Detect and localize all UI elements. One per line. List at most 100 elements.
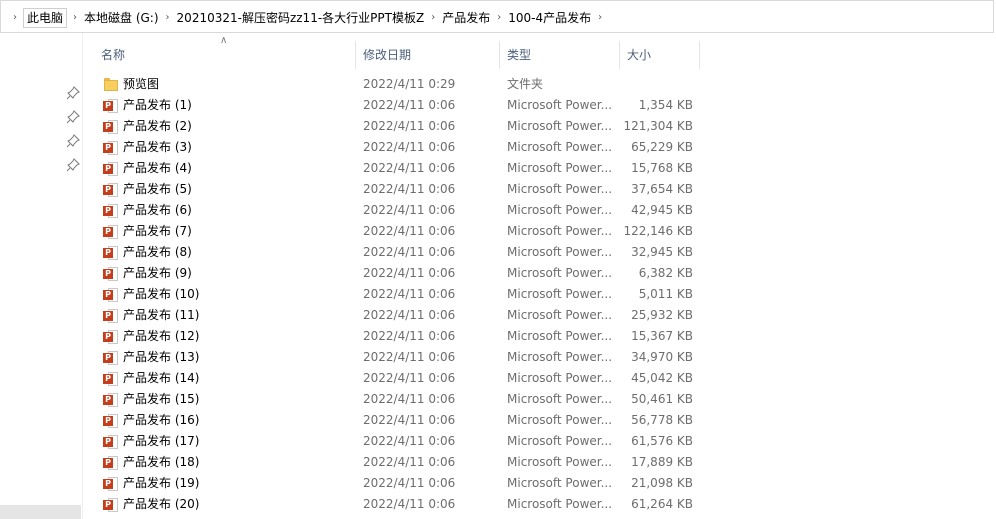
file-date: 2022/4/11 0:06 <box>363 392 456 406</box>
file-type: 文件夹 <box>507 77 544 91</box>
file-type: Microsoft Power... <box>507 455 613 469</box>
file-date: 2022/4/11 0:06 <box>363 224 456 238</box>
breadcrumb-item-subfolder[interactable]: 产品发布 <box>441 8 491 28</box>
table-row[interactable]: P 产品发布 (4) 2022/4/11 0:06 Microsoft Power..… <box>83 158 996 179</box>
file-type: Microsoft Power... <box>507 392 613 406</box>
chevron-right-icon[interactable]: › <box>7 1 23 34</box>
table-row[interactable]: P 产品发布 (18) 2022/4/11 0:06 Microsoft Power.… <box>83 452 996 473</box>
breadcrumb-item-drive[interactable]: 本地磁盘 (G:) <box>83 8 160 28</box>
table-row[interactable]: P 产品发布 (17) 2022/4/11 0:06 Microsoft Power.… <box>83 431 996 452</box>
chevron-right-icon[interactable]: › <box>491 1 507 34</box>
pin-icon[interactable] <box>66 158 80 172</box>
file-name: 产品发布 (12) <box>123 329 200 343</box>
table-row[interactable]: P 产品发布 (6) 2022/4/11 0:06 Microsoft Power..… <box>83 200 996 221</box>
powerpoint-file-icon: P <box>103 98 119 114</box>
file-size: 50,461 KB <box>631 392 693 406</box>
table-row[interactable]: P 产品发布 (13) 2022/4/11 0:06 Microsoft Power.… <box>83 347 996 368</box>
table-row[interactable]: P 产品发布 (7) 2022/4/11 0:06 Microsoft Power..… <box>83 221 996 242</box>
file-name: 产品发布 (13) <box>123 350 200 364</box>
file-size: 1,354 KB <box>638 98 693 112</box>
table-row[interactable]: P 产品发布 (16) 2022/4/11 0:06 Microsoft Power.… <box>83 410 996 431</box>
folder-icon <box>103 77 119 93</box>
column-header-type[interactable]: 类型 <box>507 45 531 65</box>
table-row[interactable]: P 产品发布 (15) 2022/4/11 0:06 Microsoft Power.… <box>83 389 996 410</box>
table-row[interactable]: P 产品发布 (11) 2022/4/11 0:06 Microsoft Power.… <box>83 305 996 326</box>
file-date: 2022/4/11 0:06 <box>363 119 456 133</box>
file-size: 65,229 KB <box>631 140 693 154</box>
file-date: 2022/4/11 0:06 <box>363 245 456 259</box>
chevron-right-icon[interactable]: › <box>160 1 176 34</box>
file-type: Microsoft Power... <box>507 497 613 511</box>
file-type: Microsoft Power... <box>507 224 613 238</box>
file-size: 25,932 KB <box>631 308 693 322</box>
file-size: 34,970 KB <box>631 350 693 364</box>
file-size <box>613 74 693 95</box>
file-name: 产品发布 (14) <box>123 371 200 385</box>
file-type: Microsoft Power... <box>507 119 613 133</box>
file-name: 产品发布 (15) <box>123 392 200 406</box>
pin-icon[interactable] <box>66 110 80 124</box>
file-type: Microsoft Power... <box>507 203 613 217</box>
column-divider[interactable] <box>499 41 500 69</box>
chevron-right-icon[interactable]: › <box>67 1 83 34</box>
file-date: 2022/4/11 0:06 <box>363 413 456 427</box>
table-row[interactable]: P 产品发布 (1) 2022/4/11 0:06 Microsoft Power..… <box>83 95 996 116</box>
chevron-right-icon[interactable]: › <box>592 1 608 34</box>
powerpoint-file-icon: P <box>103 224 119 240</box>
file-type: Microsoft Power... <box>507 182 613 196</box>
breadcrumb-item-folder[interactable]: 20210321-解压密码zz11-各大行业PPT模板Z <box>176 8 426 28</box>
file-size: 121,304 KB <box>623 119 693 133</box>
chevron-right-icon[interactable]: › <box>425 1 441 34</box>
breadcrumb-item-this-pc[interactable]: 此电脑 <box>23 7 68 28</box>
column-header-size[interactable]: 大小 <box>627 45 651 65</box>
column-header-date[interactable]: 修改日期 <box>363 45 411 65</box>
file-name: 产品发布 (18) <box>123 455 200 469</box>
file-list: ∧ 名称 修改日期 类型 大小 预览图 2022/4/11 0:29 文件夹 P 产品发… <box>83 33 996 519</box>
column-divider[interactable] <box>699 41 700 69</box>
pin-icon[interactable] <box>66 134 80 148</box>
file-size: 42,945 KB <box>631 203 693 217</box>
table-row[interactable]: P 产品发布 (3) 2022/4/11 0:06 Microsoft Power..… <box>83 137 996 158</box>
table-row[interactable]: P 产品发布 (10) 2022/4/11 0:06 Microsoft Power.… <box>83 284 996 305</box>
powerpoint-file-icon: P <box>103 329 119 345</box>
nav-scrollbar[interactable] <box>0 505 81 519</box>
table-row[interactable]: P 产品发布 (19) 2022/4/11 0:06 Microsoft Power.… <box>83 473 996 494</box>
file-date: 2022/4/11 0:06 <box>363 161 456 175</box>
file-date: 2022/4/11 0:06 <box>363 308 456 322</box>
powerpoint-file-icon: P <box>103 371 119 387</box>
powerpoint-file-icon: P <box>103 413 119 429</box>
powerpoint-file-icon: P <box>103 161 119 177</box>
table-row[interactable]: P 产品发布 (2) 2022/4/11 0:06 Microsoft Power..… <box>83 116 996 137</box>
table-row[interactable]: P 产品发布 (9) 2022/4/11 0:06 Microsoft Power..… <box>83 263 996 284</box>
table-row[interactable]: P 产品发布 (14) 2022/4/11 0:06 Microsoft Power.… <box>83 368 996 389</box>
table-row[interactable]: P 产品发布 (12) 2022/4/11 0:06 Microsoft Power.… <box>83 326 996 347</box>
file-date: 2022/4/11 0:06 <box>363 476 456 490</box>
file-type: Microsoft Power... <box>507 329 613 343</box>
file-size: 15,768 KB <box>631 161 693 175</box>
powerpoint-file-icon: P <box>103 203 119 219</box>
file-date: 2022/4/11 0:06 <box>363 287 456 301</box>
powerpoint-file-icon: P <box>103 140 119 156</box>
file-date: 2022/4/11 0:06 <box>363 434 456 448</box>
file-name: 产品发布 (4) <box>123 161 192 175</box>
file-name: 产品发布 (2) <box>123 119 192 133</box>
powerpoint-file-icon: P <box>103 287 119 303</box>
table-row[interactable]: 预览图 2022/4/11 0:29 文件夹 <box>83 74 996 95</box>
table-row[interactable]: P 产品发布 (5) 2022/4/11 0:06 Microsoft Power..… <box>83 179 996 200</box>
breadcrumb-item-current[interactable]: 100-4产品发布 <box>507 8 592 28</box>
pin-icon[interactable] <box>66 86 80 100</box>
file-name: 产品发布 (3) <box>123 140 192 154</box>
address-bar[interactable]: › 此电脑 › 本地磁盘 (G:) › 20210321-解压密码zz11-各大… <box>0 0 994 33</box>
table-row[interactable]: P 产品发布 (20) 2022/4/11 0:06 Microsoft Power.… <box>83 494 996 515</box>
column-header-name[interactable]: 名称 <box>101 45 125 65</box>
file-date: 2022/4/11 0:06 <box>363 455 456 469</box>
file-name: 产品发布 (17) <box>123 434 200 448</box>
table-row[interactable]: P 产品发布 (8) 2022/4/11 0:06 Microsoft Power..… <box>83 242 996 263</box>
file-name: 产品发布 (19) <box>123 476 200 490</box>
column-divider[interactable] <box>619 41 620 69</box>
column-divider[interactable] <box>355 41 356 69</box>
sort-up-icon: ∧ <box>220 35 228 46</box>
breadcrumb: › 此电脑 › 本地磁盘 (G:) › 20210321-解压密码zz11-各大… <box>7 1 608 34</box>
file-date: 2022/4/11 0:06 <box>363 203 456 217</box>
file-date: 2022/4/11 0:06 <box>363 497 456 511</box>
